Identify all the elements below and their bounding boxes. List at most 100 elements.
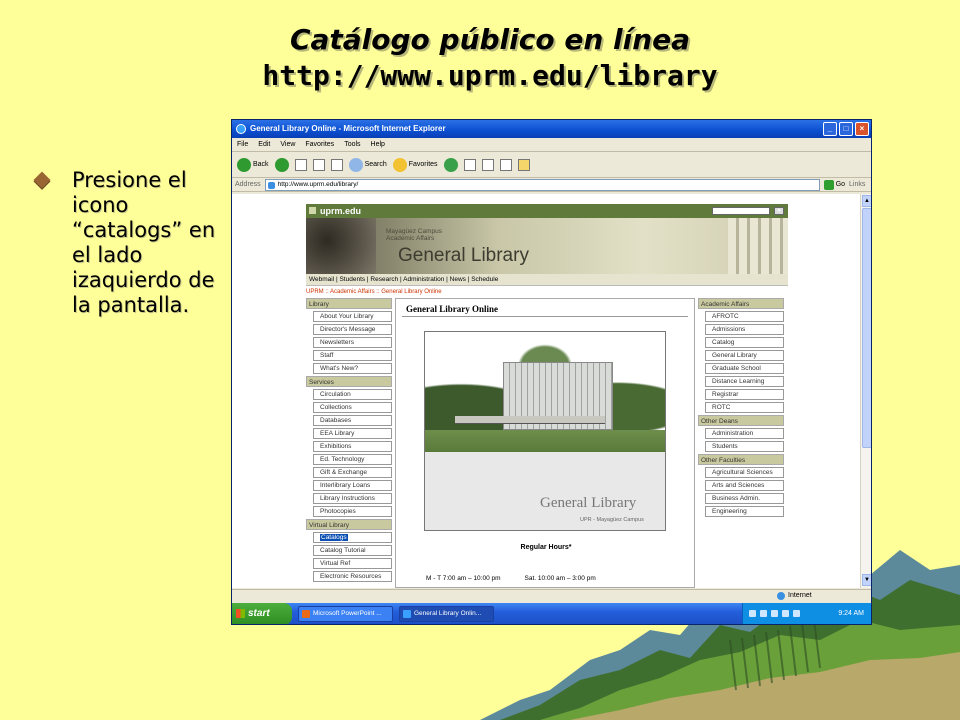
left-nav-item[interactable]: Library Instructions (313, 493, 392, 504)
left-nav-item[interactable]: Gift & Exchange (313, 467, 392, 478)
right-nav-item[interactable]: AFROTC (705, 311, 784, 322)
left-nav-item-label: Virtual Ref (320, 560, 351, 567)
left-nav-item[interactable]: Virtual Ref (313, 558, 392, 569)
left-nav-item[interactable]: Catalog Tutorial (313, 545, 392, 556)
tray-icon[interactable] (782, 610, 789, 617)
tray-icon[interactable] (793, 610, 800, 617)
stop-button[interactable] (294, 158, 307, 171)
left-nav-item-label: Catalog Tutorial (320, 547, 366, 554)
print-button[interactable] (481, 158, 494, 171)
site-nav-links[interactable]: Webmail | Students | Research | Administ… (306, 274, 788, 286)
site-search-input[interactable] (712, 207, 770, 215)
left-nav-item[interactable]: Interlibrary Loans (313, 480, 392, 491)
right-nav-item[interactable]: ROTC (705, 402, 784, 413)
tray-icon[interactable] (771, 610, 778, 617)
mail-button[interactable] (463, 158, 476, 171)
right-nav-item[interactable]: Catalog (705, 337, 784, 348)
favorites-button[interactable]: Favorites (392, 157, 438, 172)
catalogs-link[interactable]: Catalogs (313, 532, 392, 543)
maximize-button[interactable]: □ (839, 122, 853, 136)
left-nav-item-label: Director's Message (320, 326, 376, 333)
search-button[interactable]: Search (348, 157, 387, 172)
start-button[interactable]: start (232, 603, 292, 624)
columns-photo (728, 218, 788, 274)
vertical-scrollbar[interactable]: ▲ ▼ (860, 194, 871, 588)
go-label: Go (835, 181, 846, 188)
home-button[interactable] (330, 158, 343, 171)
left-nav-item[interactable]: Exhibitions (313, 441, 392, 452)
left-nav-item[interactable]: About Your Library (313, 311, 392, 322)
address-input[interactable]: http://www.uprm.edu/library/ (264, 178, 820, 191)
left-nav-item[interactable]: What's New? (313, 363, 392, 374)
go-button[interactable]: Go (823, 179, 846, 190)
task-browser[interactable]: General Library Onlin... (399, 606, 494, 622)
scroll-down-button[interactable]: ▼ (862, 574, 871, 586)
favorites-label: Favorites (408, 161, 438, 168)
ie-task-icon (403, 610, 411, 618)
minimize-button[interactable]: _ (823, 122, 837, 136)
menu-view[interactable]: View (280, 138, 295, 151)
address-label: Address (235, 181, 261, 188)
right-nav-item[interactable]: Graduate School (705, 363, 784, 374)
forward-button[interactable] (274, 157, 289, 172)
left-nav-item[interactable]: Newsletters (313, 337, 392, 348)
left-nav-item[interactable]: Ed. Technology (313, 454, 392, 465)
scroll-thumb[interactable] (862, 208, 871, 448)
left-nav-item[interactable]: EEA Library (313, 428, 392, 439)
menu-tools[interactable]: Tools (344, 138, 360, 151)
banner-title: General Library (398, 245, 529, 266)
history-button[interactable] (443, 157, 458, 172)
back-button[interactable]: Back (237, 157, 269, 172)
right-nav-item[interactable]: Admissions (705, 324, 784, 335)
right-nav-item[interactable]: Students (705, 441, 784, 452)
edit-button[interactable] (499, 158, 512, 171)
right-nav-item[interactable]: General Library (705, 350, 784, 361)
bullet-text: Presione el icono “catalogs” en el lado … (72, 168, 216, 317)
left-nav-item[interactable]: Director's Message (313, 324, 392, 335)
menu-help[interactable]: Help (371, 138, 385, 151)
right-nav-item[interactable]: Business Admin. (705, 493, 784, 504)
folder-button[interactable] (517, 158, 530, 171)
left-nav-item[interactable]: Electronic Resources (313, 571, 392, 582)
library-site: uprm.edu » Mayagüez Campus Academic Affa… (306, 204, 788, 588)
menu-file[interactable]: File (237, 138, 248, 151)
right-nav-item[interactable]: Agricultural Sciences (705, 467, 784, 478)
hours-title: Regular Hours* (520, 544, 572, 551)
left-nav-item-label: Ed. Technology (320, 456, 365, 463)
left-nav-item-label: Exhibitions (320, 443, 352, 450)
right-nav-item[interactable]: Registrar (705, 389, 784, 400)
right-nav-item-label: Catalog (712, 339, 735, 346)
menu-favorites[interactable]: Favorites (305, 138, 334, 151)
breadcrumb[interactable]: UPRM :: Academic Affairs :: General Libr… (306, 289, 788, 298)
left-nav-item[interactable]: Staff (313, 350, 392, 361)
right-nav-item[interactable]: Distance Learning (705, 376, 784, 387)
center-panel: General Library Online General Library U… (395, 298, 695, 588)
right-nav-item[interactable]: Engineering (705, 506, 784, 517)
left-nav-item[interactable]: Databases (313, 415, 392, 426)
scroll-up-button[interactable]: ▲ (862, 195, 871, 207)
right-nav: Academic Affairs AFROTC Admissions Catalog G… (698, 298, 784, 588)
photo-caption-title: General Library (540, 495, 637, 511)
right-nav-item-label: AFROTC (712, 313, 739, 320)
right-nav-item[interactable]: Administration (705, 428, 784, 439)
left-nav-item[interactable]: Circulation (313, 389, 392, 400)
right-nav-item-label: Engineering (712, 508, 747, 515)
left-nav-item-label: Interlibrary Loans (320, 482, 371, 489)
task-powerpoint[interactable]: Microsoft PowerPoint ... (298, 606, 393, 622)
left-section-header: Library (306, 298, 392, 309)
left-nav-item[interactable]: Collections (313, 402, 392, 413)
site-search-button[interactable]: » (774, 207, 784, 215)
close-button[interactable]: × (855, 122, 869, 136)
left-nav-item[interactable]: Photocopies (313, 506, 392, 517)
refresh-button[interactable] (312, 158, 325, 171)
page-icon (267, 181, 275, 189)
menu-edit[interactable]: Edit (258, 138, 270, 151)
right-section-header: Academic Affairs (698, 298, 784, 309)
powerpoint-icon (302, 610, 310, 618)
left-nav-item-label: What's New? (320, 365, 359, 372)
tray-icon[interactable] (760, 610, 767, 617)
left-nav-item-label: Newsletters (320, 339, 354, 346)
right-nav-item[interactable]: Arts and Sciences (705, 480, 784, 491)
tray-icon[interactable] (749, 610, 756, 617)
links-button[interactable]: Links (849, 181, 865, 188)
